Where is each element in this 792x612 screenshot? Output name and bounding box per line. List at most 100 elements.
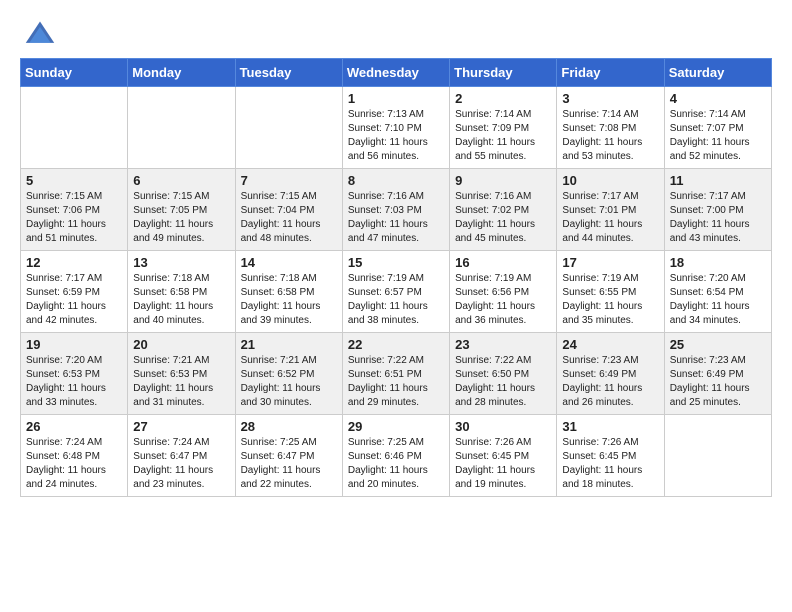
day-info: Sunrise: 7:14 AM Sunset: 7:09 PM Dayligh… xyxy=(455,108,551,164)
day-number: 13 xyxy=(133,255,229,270)
day-cell: 28Sunrise: 7:25 AM Sunset: 6:47 PM Dayli… xyxy=(235,415,342,497)
calendar-header: SundayMondayTuesdayWednesdayThursdayFrid… xyxy=(21,59,772,87)
day-number: 24 xyxy=(562,337,658,352)
day-info: Sunrise: 7:14 AM Sunset: 7:08 PM Dayligh… xyxy=(562,108,658,164)
header-cell-thursday: Thursday xyxy=(450,59,557,87)
day-info: Sunrise: 7:17 AM Sunset: 7:01 PM Dayligh… xyxy=(562,190,658,246)
day-cell: 20Sunrise: 7:21 AM Sunset: 6:53 PM Dayli… xyxy=(128,333,235,415)
day-info: Sunrise: 7:16 AM Sunset: 7:03 PM Dayligh… xyxy=(348,190,444,246)
day-cell: 11 Sunrise: 7:17 AM Sunset: 7:00 PM Dayli… xyxy=(664,169,771,251)
day-cell: 21 Sunrise: 7:21 AM Sunset: 6:52 PM Dayli… xyxy=(235,333,342,415)
day-number: 10 xyxy=(562,173,658,188)
day-cell: 24Sunrise: 7:23 AM Sunset: 6:49 PM Dayli… xyxy=(557,333,664,415)
day-cell: 31 Sunrise: 7:26 AM Sunset: 6:45 PM Dayli… xyxy=(557,415,664,497)
day-info: Sunrise: 7:19 AM Sunset: 6:56 PM Dayligh… xyxy=(455,272,551,328)
day-info: Sunrise: 7:21 AM Sunset: 6:52 PM Dayligh… xyxy=(241,354,337,410)
day-info: Sunrise: 7:25 AM Sunset: 6:46 PM Dayligh… xyxy=(348,436,444,492)
day-number: 12 xyxy=(26,255,122,270)
day-cell: 14 Sunrise: 7:18 AM Sunset: 6:58 PM Dayli… xyxy=(235,251,342,333)
day-cell: 3 Sunrise: 7:14 AM Sunset: 7:08 PM Daylig… xyxy=(557,87,664,169)
day-cell: 23 Sunrise: 7:22 AM Sunset: 6:50 PM Dayli… xyxy=(450,333,557,415)
day-number: 21 xyxy=(241,337,337,352)
day-cell: 8 Sunrise: 7:16 AM Sunset: 7:03 PM Daylig… xyxy=(342,169,449,251)
calendar-body: 1 Sunrise: 7:13 AM Sunset: 7:10 PM Daylig… xyxy=(21,87,772,497)
day-number: 15 xyxy=(348,255,444,270)
day-info: Sunrise: 7:15 AM Sunset: 7:05 PM Dayligh… xyxy=(133,190,229,246)
day-number: 25 xyxy=(670,337,766,352)
page: SundayMondayTuesdayWednesdayThursdayFrid… xyxy=(0,0,792,612)
day-cell: 16Sunrise: 7:19 AM Sunset: 6:56 PM Dayli… xyxy=(450,251,557,333)
day-info: Sunrise: 7:24 AM Sunset: 6:47 PM Dayligh… xyxy=(133,436,229,492)
header xyxy=(0,0,792,58)
header-cell-tuesday: Tuesday xyxy=(235,59,342,87)
day-number: 8 xyxy=(348,173,444,188)
day-info: Sunrise: 7:19 AM Sunset: 6:55 PM Dayligh… xyxy=(562,272,658,328)
day-info: Sunrise: 7:13 AM Sunset: 7:10 PM Dayligh… xyxy=(348,108,444,164)
day-info: Sunrise: 7:17 AM Sunset: 6:59 PM Dayligh… xyxy=(26,272,122,328)
week-row-4: 26 Sunrise: 7:24 AM Sunset: 6:48 PM Dayli… xyxy=(21,415,772,497)
header-cell-wednesday: Wednesday xyxy=(342,59,449,87)
day-cell xyxy=(235,87,342,169)
day-number: 7 xyxy=(241,173,337,188)
day-info: Sunrise: 7:22 AM Sunset: 6:51 PM Dayligh… xyxy=(348,354,444,410)
header-cell-monday: Monday xyxy=(128,59,235,87)
day-number: 26 xyxy=(26,419,122,434)
day-cell: 30 Sunrise: 7:26 AM Sunset: 6:45 PM Dayli… xyxy=(450,415,557,497)
day-info: Sunrise: 7:14 AM Sunset: 7:07 PM Dayligh… xyxy=(670,108,766,164)
week-row-3: 19 Sunrise: 7:20 AM Sunset: 6:53 PM Dayli… xyxy=(21,333,772,415)
day-number: 28 xyxy=(241,419,337,434)
day-number: 29 xyxy=(348,419,444,434)
header-cell-friday: Friday xyxy=(557,59,664,87)
day-cell xyxy=(21,87,128,169)
day-number: 18 xyxy=(670,255,766,270)
day-cell: 29 Sunrise: 7:25 AM Sunset: 6:46 PM Dayli… xyxy=(342,415,449,497)
day-info: Sunrise: 7:18 AM Sunset: 6:58 PM Dayligh… xyxy=(133,272,229,328)
day-number: 14 xyxy=(241,255,337,270)
calendar-table: SundayMondayTuesdayWednesdayThursdayFrid… xyxy=(20,58,772,497)
day-number: 3 xyxy=(562,91,658,106)
day-cell: 6Sunrise: 7:15 AM Sunset: 7:05 PM Daylig… xyxy=(128,169,235,251)
day-cell: 4Sunrise: 7:14 AM Sunset: 7:07 PM Daylig… xyxy=(664,87,771,169)
day-cell: 5Sunrise: 7:15 AM Sunset: 7:06 PM Daylig… xyxy=(21,169,128,251)
day-info: Sunrise: 7:16 AM Sunset: 7:02 PM Dayligh… xyxy=(455,190,551,246)
day-number: 30 xyxy=(455,419,551,434)
day-cell: 19 Sunrise: 7:20 AM Sunset: 6:53 PM Dayli… xyxy=(21,333,128,415)
day-cell: 22 Sunrise: 7:22 AM Sunset: 6:51 PM Dayli… xyxy=(342,333,449,415)
logo-icon xyxy=(24,18,56,50)
day-info: Sunrise: 7:23 AM Sunset: 6:49 PM Dayligh… xyxy=(670,354,766,410)
day-cell: 15 Sunrise: 7:19 AM Sunset: 6:57 PM Dayli… xyxy=(342,251,449,333)
day-number: 1 xyxy=(348,91,444,106)
day-cell: 18 Sunrise: 7:20 AM Sunset: 6:54 PM Dayli… xyxy=(664,251,771,333)
day-number: 27 xyxy=(133,419,229,434)
day-number: 11 xyxy=(670,173,766,188)
day-info: Sunrise: 7:24 AM Sunset: 6:48 PM Dayligh… xyxy=(26,436,122,492)
day-info: Sunrise: 7:20 AM Sunset: 6:53 PM Dayligh… xyxy=(26,354,122,410)
day-info: Sunrise: 7:22 AM Sunset: 6:50 PM Dayligh… xyxy=(455,354,551,410)
header-row: SundayMondayTuesdayWednesdayThursdayFrid… xyxy=(21,59,772,87)
day-cell: 12 Sunrise: 7:17 AM Sunset: 6:59 PM Dayli… xyxy=(21,251,128,333)
day-number: 22 xyxy=(348,337,444,352)
day-cell: 25 Sunrise: 7:23 AM Sunset: 6:49 PM Dayli… xyxy=(664,333,771,415)
week-row-1: 5Sunrise: 7:15 AM Sunset: 7:06 PM Daylig… xyxy=(21,169,772,251)
day-number: 19 xyxy=(26,337,122,352)
day-cell: 13 Sunrise: 7:18 AM Sunset: 6:58 PM Dayli… xyxy=(128,251,235,333)
day-number: 23 xyxy=(455,337,551,352)
day-number: 31 xyxy=(562,419,658,434)
day-cell: 10 Sunrise: 7:17 AM Sunset: 7:01 PM Dayli… xyxy=(557,169,664,251)
day-number: 17 xyxy=(562,255,658,270)
logo xyxy=(24,18,62,50)
day-info: Sunrise: 7:15 AM Sunset: 7:04 PM Dayligh… xyxy=(241,190,337,246)
day-cell: 27 Sunrise: 7:24 AM Sunset: 6:47 PM Dayli… xyxy=(128,415,235,497)
day-info: Sunrise: 7:15 AM Sunset: 7:06 PM Dayligh… xyxy=(26,190,122,246)
day-number: 2 xyxy=(455,91,551,106)
day-info: Sunrise: 7:17 AM Sunset: 7:00 PM Dayligh… xyxy=(670,190,766,246)
day-info: Sunrise: 7:20 AM Sunset: 6:54 PM Dayligh… xyxy=(670,272,766,328)
day-info: Sunrise: 7:26 AM Sunset: 6:45 PM Dayligh… xyxy=(562,436,658,492)
day-info: Sunrise: 7:19 AM Sunset: 6:57 PM Dayligh… xyxy=(348,272,444,328)
day-info: Sunrise: 7:26 AM Sunset: 6:45 PM Dayligh… xyxy=(455,436,551,492)
day-cell: 2 Sunrise: 7:14 AM Sunset: 7:09 PM Daylig… xyxy=(450,87,557,169)
day-cell xyxy=(128,87,235,169)
day-cell: 17 Sunrise: 7:19 AM Sunset: 6:55 PM Dayli… xyxy=(557,251,664,333)
day-number: 9 xyxy=(455,173,551,188)
day-info: Sunrise: 7:18 AM Sunset: 6:58 PM Dayligh… xyxy=(241,272,337,328)
